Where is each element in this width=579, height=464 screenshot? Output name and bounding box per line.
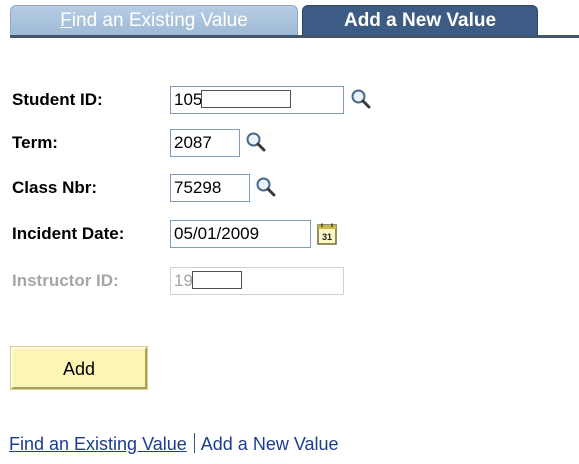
student-id-label: Student ID: [12, 90, 103, 109]
incident-date-field[interactable]: 05/01/2009 [170, 220, 311, 248]
class-nbr-value: 75298 [174, 178, 222, 197]
tab-add-new-value[interactable]: Add a New Value [302, 5, 538, 35]
student-id-value: 105 [174, 90, 203, 109]
tab-find-existing-value[interactable]: Find an Existing Value [10, 5, 298, 35]
instructor-id-row: Instructor ID: 19 [12, 266, 572, 296]
footer-find-existing-link[interactable]: Find an Existing Value [9, 434, 187, 454]
svg-text:31: 31 [322, 232, 332, 242]
instructor-id-field: 19 [170, 267, 344, 295]
tab-add-new-label: Add a New Value [343, 10, 497, 31]
student-id-field[interactable]: 105 [170, 86, 344, 114]
class-nbr-lookup-icon[interactable] [254, 175, 278, 199]
student-id-lookup-icon[interactable] [349, 87, 373, 111]
instructor-id-value: 19 [174, 271, 193, 290]
term-value: 2087 [174, 133, 212, 152]
footer-separator [193, 433, 195, 453]
tab-bar: Find an Existing Value Add a New Value [10, 5, 579, 38]
student-id-row: Student ID: 105 [12, 85, 572, 115]
instructor-id-label: Instructor ID: [12, 271, 119, 290]
footer-links: Find an Existing Value Add a New Value [9, 433, 339, 455]
term-lookup-icon[interactable] [244, 130, 268, 154]
term-label: Term: [12, 133, 58, 152]
redacted-mask [191, 270, 242, 289]
tab-accesskey-letter: F [60, 10, 72, 31]
incident-date-value: 05/01/2009 [174, 224, 260, 243]
incident-date-row: Incident Date: 05/01/2009 31 [12, 219, 572, 249]
tab-underline [10, 35, 579, 38]
footer-add-new-label: Add a New Value [200, 434, 339, 454]
class-nbr-field[interactable]: 75298 [170, 174, 250, 202]
redacted-mask [201, 89, 292, 108]
calendar-icon[interactable]: 31 [317, 223, 337, 245]
incident-date-label: Incident Date: [12, 224, 125, 243]
class-nbr-label: Class Nbr: [12, 178, 98, 197]
term-field[interactable]: 2087 [170, 129, 240, 157]
class-nbr-row: Class Nbr: 75298 [12, 173, 572, 203]
tab-find-existing-label: ind an Existing Value [71, 10, 248, 31]
term-row: Term: 2087 [12, 128, 572, 158]
add-button[interactable]: Add [10, 346, 148, 390]
